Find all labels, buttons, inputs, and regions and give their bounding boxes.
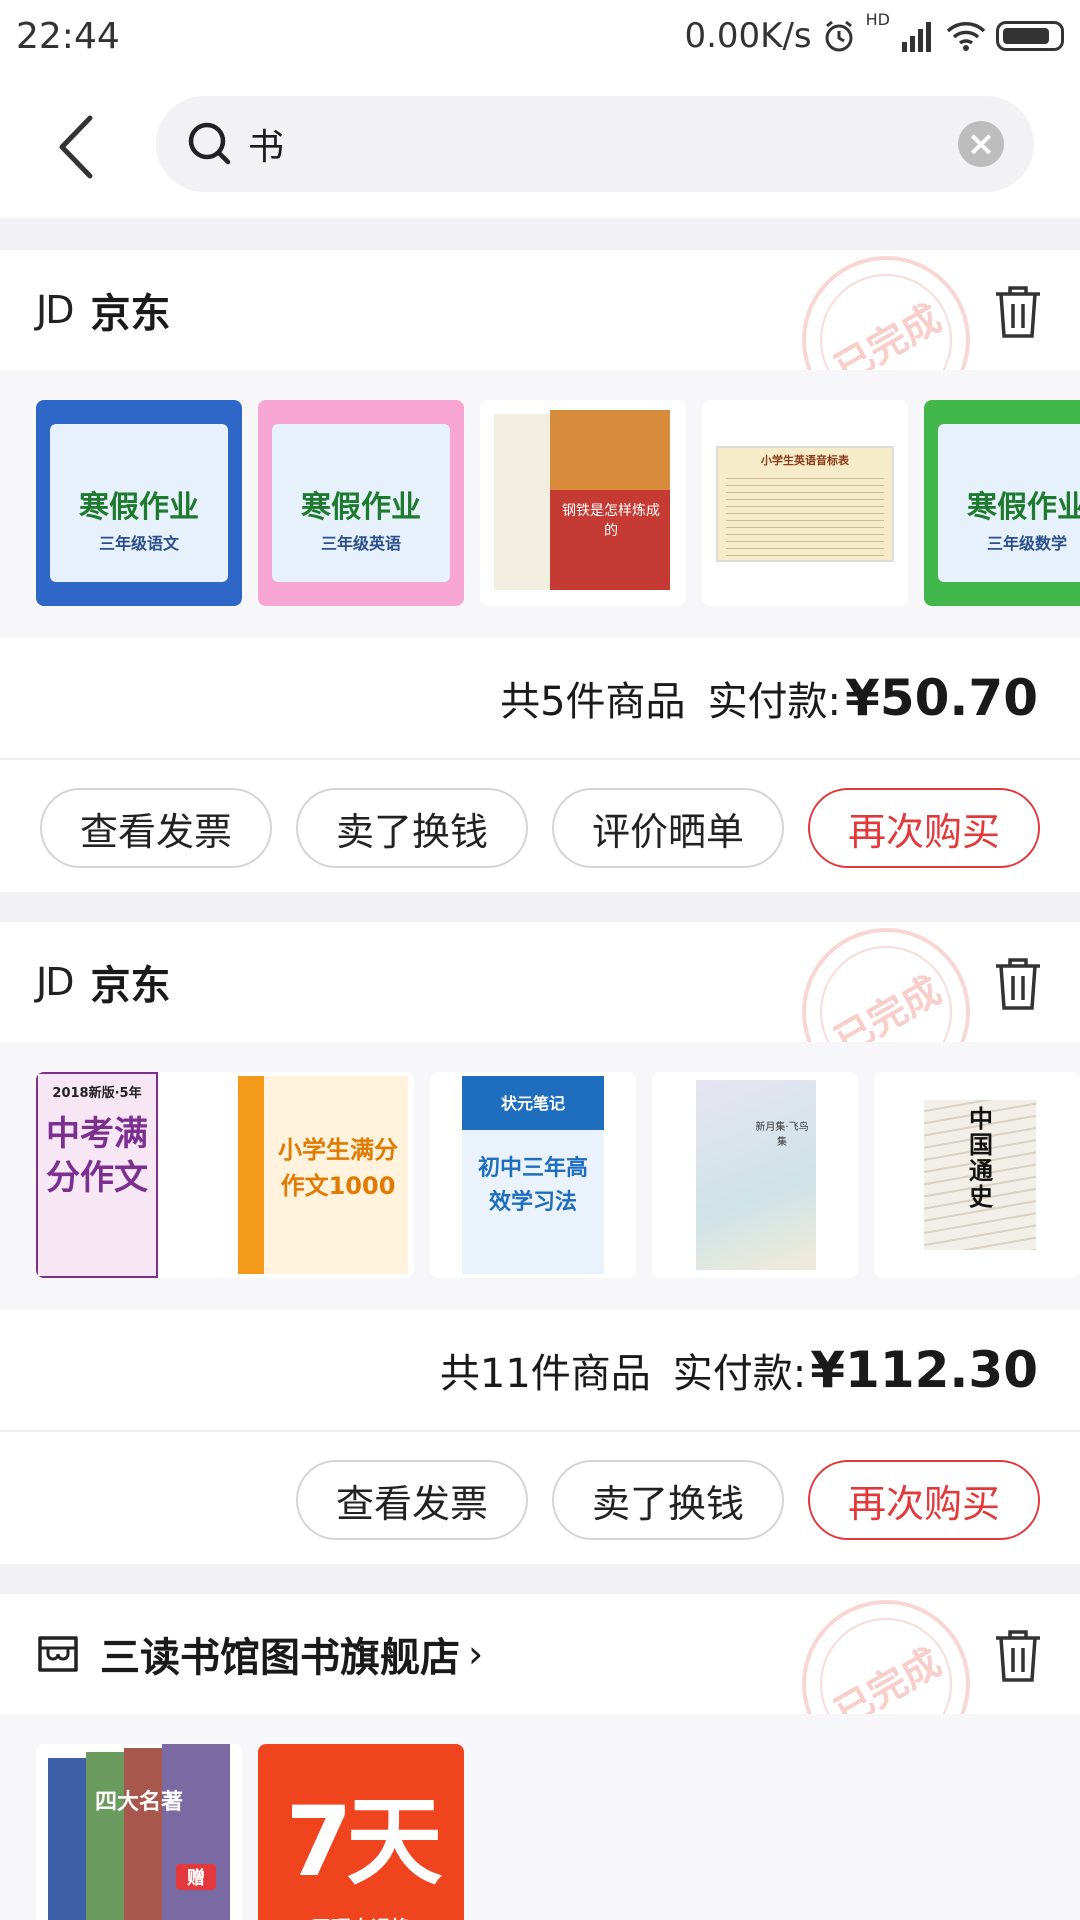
review-button[interactable]: 评价晒单: [552, 788, 784, 868]
order-actions: 查看发票 卖了换钱 评价晒单 再次购买: [0, 760, 1080, 896]
order-card[interactable]: 三读书馆图书旗舰店 › 已完成 四大名著 赠 7天 无理由退换: [0, 1594, 1080, 1920]
search-query: 书: [248, 127, 285, 168]
product-title: 寒假作业: [967, 490, 1080, 525]
shop-arrow-icon: ›: [468, 1632, 484, 1676]
store-icon: [38, 1636, 78, 1672]
battery-icon: [996, 21, 1064, 51]
product-title: 初中三年高效学习法: [477, 1156, 588, 1215]
product-subtitle: 2018新版·5年: [52, 1086, 142, 1101]
product-thumbnail[interactable]: 寒假作业 三年级语文: [36, 400, 242, 606]
jd-logo: JD: [36, 288, 74, 332]
signal-icon: [902, 22, 931, 52]
shop-name: 京东: [90, 963, 171, 1009]
sell-for-cash-button[interactable]: 卖了换钱: [552, 1460, 784, 1540]
buy-again-button[interactable]: 再次购买: [808, 788, 1040, 868]
product-badge: 赠: [176, 1864, 216, 1890]
product-thumbnail[interactable]: 四大名著 赠: [36, 1744, 242, 1920]
back-icon[interactable]: [50, 112, 110, 182]
clear-search-button[interactable]: ×: [958, 121, 1004, 167]
order-summary: 共5件商品 实付款: ¥50.70: [0, 638, 1080, 760]
product-title: 中考满分作文: [46, 1114, 148, 1198]
shop-header: JD 京东 已完成: [0, 250, 1080, 424]
sell-for-cash-button[interactable]: 卖了换钱: [296, 788, 528, 868]
hd-badge: HD: [865, 10, 890, 29]
wifi-icon: [946, 22, 986, 51]
product-thumbnail[interactable]: 中国通史: [874, 1072, 1080, 1278]
shop-header: 三读书馆图书旗舰店 › 已完成: [0, 1594, 1080, 1768]
jd-logo: JD: [36, 960, 74, 1004]
product-thumbnail[interactable]: 新月集·飞鸟集: [652, 1072, 858, 1278]
product-thumbnail[interactable]: 钢铁是怎样炼成的: [480, 400, 686, 606]
product-thumbnail[interactable]: 状元笔记 初中三年高效学习法: [430, 1072, 636, 1278]
trash-icon[interactable]: [992, 1628, 1044, 1684]
view-invoice-button[interactable]: 查看发票: [296, 1460, 528, 1540]
product-thumbnail[interactable]: 小学生英语音标表: [702, 400, 908, 606]
trash-icon[interactable]: [992, 284, 1044, 340]
buy-again-button[interactable]: 再次购买: [808, 1460, 1040, 1540]
shop-name: 京东: [90, 291, 171, 337]
search-icon: [188, 122, 231, 165]
product-title: 7天: [285, 1786, 443, 1898]
product-title: 四大名著: [94, 1790, 183, 1815]
status-indicators: 0.00K/s HD: [684, 10, 1064, 56]
trash-icon[interactable]: [992, 956, 1044, 1012]
order-summary: 共11件商品 实付款: ¥112.30: [0, 1310, 1080, 1432]
search-header: 书 ×: [0, 72, 1080, 218]
product-subtitle: 三年级英语: [320, 534, 401, 553]
product-subtitle: 状元笔记: [500, 1094, 565, 1113]
product-title: 中国通史: [969, 1105, 993, 1211]
item-count: 共5件商品: [500, 679, 686, 725]
item-count: 共11件商品: [439, 1351, 651, 1397]
product-subtitle: 三年级语文: [98, 534, 179, 553]
shop-header: JD 京东 已完成: [0, 922, 1080, 1096]
status-time: 22:44: [16, 15, 120, 57]
order-card[interactable]: JD 京东 已完成 2018新版·5年 中考满分作文 小学生满分作文1000 状…: [0, 922, 1080, 1564]
paid-amount: ¥112.30: [810, 1341, 1038, 1399]
product-thumbnail[interactable]: 寒假作业 三年级数学: [924, 400, 1080, 606]
product-thumbnail[interactable]: 小学生满分作文1000: [208, 1072, 414, 1278]
product-title: 小学生英语音标表: [761, 454, 849, 467]
view-invoice-button[interactable]: 查看发票: [40, 788, 272, 868]
shop-name[interactable]: 三读书馆图书旗舰店: [100, 1625, 460, 1683]
product-title: 新月集·飞鸟集: [755, 1122, 809, 1148]
product-strip[interactable]: 寒假作业 三年级语文 寒假作业 三年级英语 钢铁是怎样炼成的 小学生英语音标表 …: [0, 370, 1080, 638]
product-subtitle: 无理由退换: [258, 1912, 464, 1920]
search-input[interactable]: 书 ×: [156, 96, 1034, 192]
product-title: 寒假作业: [301, 490, 421, 525]
paid-amount: ¥50.70: [845, 669, 1038, 727]
alarm-icon: [825, 20, 853, 52]
order-actions: 查看发票 卖了换钱 再次购买: [0, 1432, 1080, 1568]
product-thumbnail[interactable]: 寒假作业 三年级英语: [258, 400, 464, 606]
product-thumbnail[interactable]: 7天 无理由退换: [258, 1744, 464, 1920]
product-subtitle: 三年级数学: [986, 534, 1067, 553]
paid-label: 实付款:: [707, 679, 842, 725]
network-speed: 0.00K/s: [684, 16, 812, 56]
product-strip[interactable]: 四大名著 赠 7天 无理由退换: [0, 1714, 1080, 1920]
product-title: 小学生满分作文1000: [278, 1136, 398, 1200]
product-strip[interactable]: 2018新版·5年 中考满分作文 小学生满分作文1000 状元笔记 初中三年高效…: [0, 1042, 1080, 1310]
product-title: 钢铁是怎样炼成的: [562, 503, 660, 539]
order-card[interactable]: JD 京东 已完成 寒假作业 三年级语文 寒假作业 三年级英语 钢铁是怎样炼成的…: [0, 250, 1080, 892]
status-bar: 22:44 0.00K/s HD: [0, 0, 1080, 72]
paid-label: 实付款:: [672, 1351, 807, 1397]
product-title: 寒假作业: [79, 490, 199, 525]
